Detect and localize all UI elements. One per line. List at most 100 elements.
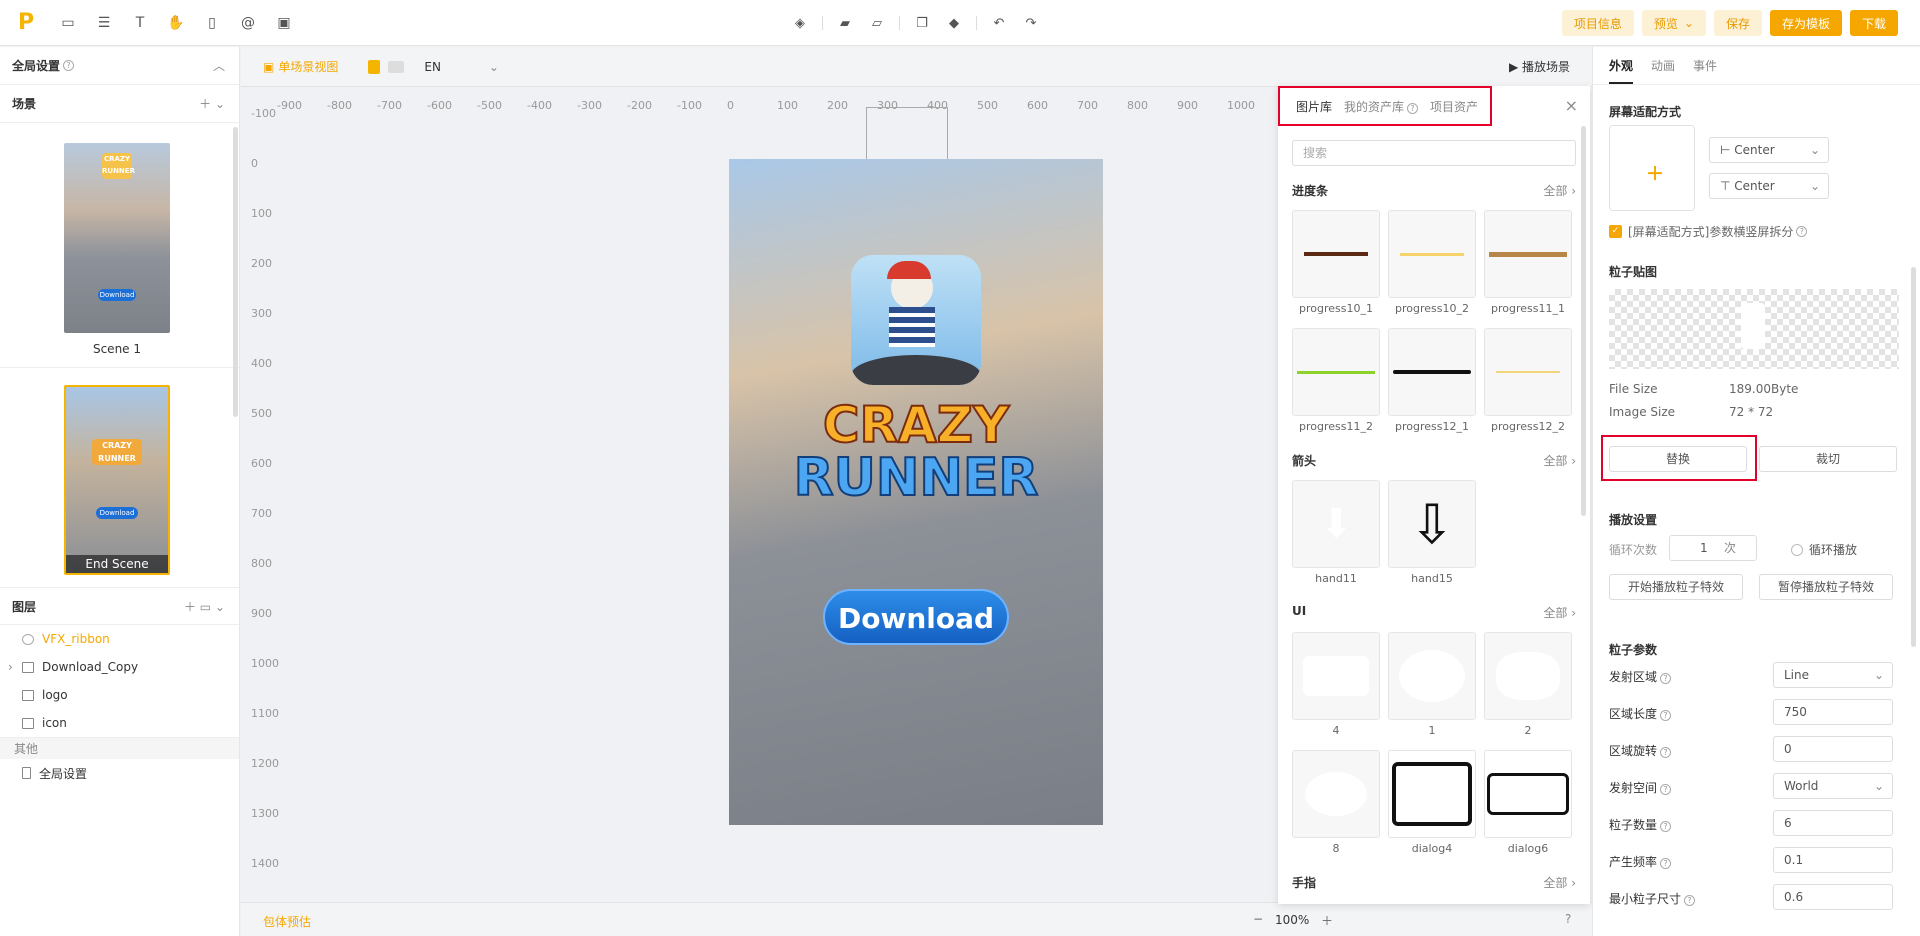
download-button[interactable]: 下载 bbox=[1849, 10, 1898, 36]
fit-split-checkbox-row[interactable]: ✓ [屏幕适配方式]参数横竖屏拆分? bbox=[1609, 223, 1808, 240]
pause-particle-button[interactable]: 暂停播放粒子特效 bbox=[1759, 574, 1893, 600]
folder-icon[interactable]: ▰ bbox=[835, 13, 855, 33]
crop-button[interactable]: 裁切 bbox=[1759, 446, 1897, 472]
anchor-widget[interactable]: ＋ bbox=[1609, 125, 1695, 211]
layer-item[interactable]: logo bbox=[0, 681, 239, 709]
horizontal-align-select[interactable]: ⊢ Center ⌄ bbox=[1709, 137, 1829, 163]
vertical-align-select[interactable]: ⊤ Center ⌄ bbox=[1709, 173, 1829, 199]
project-info-button[interactable]: 项目信息 bbox=[1561, 10, 1634, 36]
hand-icon[interactable]: ✋ bbox=[166, 13, 186, 33]
asset-item[interactable]: 4 bbox=[1292, 632, 1380, 737]
start-particle-button[interactable]: 开始播放粒子特效 bbox=[1609, 574, 1743, 600]
param-input[interactable]: 750 bbox=[1773, 699, 1893, 725]
asset-item[interactable]: ⇩ hand15 bbox=[1388, 480, 1476, 585]
param-input[interactable]: 6 bbox=[1773, 810, 1893, 836]
paint-icon[interactable]: ◆ bbox=[944, 13, 964, 33]
preview-button[interactable]: 预览 ⌄ bbox=[1641, 10, 1706, 36]
play-scene-button[interactable]: ▶ 播放场景 bbox=[1509, 58, 1570, 75]
inbox-icon[interactable]: ▭ bbox=[58, 13, 78, 33]
view-all-link[interactable]: 全部 › bbox=[1543, 452, 1576, 469]
save-button[interactable]: 保存 bbox=[1713, 10, 1762, 36]
layer-item[interactable]: › Download_Copy bbox=[0, 653, 239, 681]
asset-tabs: 图片库 我的资产库? 项目资产 bbox=[1278, 86, 1492, 126]
language-select[interactable]: EN bbox=[424, 60, 441, 74]
ruler-tick: -500 bbox=[477, 99, 502, 112]
folder-open-icon[interactable]: ▱ bbox=[867, 13, 887, 33]
asset-item[interactable]: progress10_2 bbox=[1388, 210, 1476, 315]
asset-item[interactable]: progress12_1 bbox=[1388, 328, 1476, 433]
tab-my-assets[interactable]: 我的资产库? bbox=[1344, 98, 1419, 115]
global-settings-header[interactable]: 全局设置? ︿ bbox=[0, 47, 239, 85]
tab-image-library[interactable]: 图片库 bbox=[1296, 98, 1332, 115]
replace-button[interactable]: 替换 bbox=[1609, 446, 1747, 472]
asset-item[interactable]: dialog6 bbox=[1484, 750, 1572, 855]
layer-item[interactable]: VFX_ribbon bbox=[0, 625, 239, 653]
download-cta-button[interactable]: Download bbox=[823, 589, 1009, 645]
screen-fit-title: 屏幕适配方式 bbox=[1609, 105, 1682, 119]
asset-item[interactable]: 8 bbox=[1292, 750, 1380, 855]
at-icon[interactable]: @ bbox=[238, 13, 258, 33]
zoom-in-button[interactable]: ＋ bbox=[1321, 912, 1333, 929]
view-all-link[interactable]: 全部 › bbox=[1543, 182, 1576, 199]
asset-scrollbar[interactable] bbox=[1581, 126, 1586, 516]
layer-item[interactable]: icon bbox=[0, 709, 239, 737]
view-all-link[interactable]: 全部 › bbox=[1543, 604, 1576, 621]
folder-icon bbox=[22, 661, 34, 673]
scenes-scrollbar[interactable] bbox=[233, 127, 238, 417]
asset-item[interactable]: 2 bbox=[1484, 632, 1572, 737]
loop-play-radio[interactable]: 循环播放 bbox=[1791, 541, 1857, 558]
close-icon[interactable]: × bbox=[1565, 96, 1578, 115]
category-header: UI 全部 › bbox=[1292, 604, 1576, 621]
global-settings-item[interactable]: 全局设置 bbox=[0, 759, 239, 787]
help-icon[interactable]: ? bbox=[1565, 912, 1571, 926]
param-input[interactable]: 0 bbox=[1773, 736, 1893, 762]
undo-icon[interactable]: ↶ bbox=[989, 13, 1009, 33]
phone-icon[interactable]: ▯ bbox=[202, 13, 222, 33]
redo-icon[interactable]: ↷ bbox=[1021, 13, 1041, 33]
copy-icon[interactable]: ❐ bbox=[912, 13, 932, 33]
asset-item[interactable]: ⬇ hand11 bbox=[1292, 480, 1380, 585]
chevron-right-icon[interactable]: › bbox=[8, 660, 13, 674]
asset-item[interactable]: dialog4 bbox=[1388, 750, 1476, 855]
layers-icon[interactable]: ◈ bbox=[790, 13, 810, 33]
tab-event[interactable]: 事件 bbox=[1693, 57, 1717, 74]
add-scene-icon[interactable]: ＋ ⌄ bbox=[199, 95, 225, 112]
tab-animation[interactable]: 动画 bbox=[1651, 57, 1675, 74]
asset-item[interactable]: progress12_2 bbox=[1484, 328, 1572, 433]
scene-thumbnail-2[interactable]: CRAZY RUNNER Download End Scene bbox=[64, 385, 170, 575]
param-input[interactable]: 0.6 bbox=[1773, 884, 1893, 910]
asset-item[interactable]: progress11_2 bbox=[1292, 328, 1380, 433]
help-icon: ? bbox=[1660, 858, 1672, 869]
asset-item[interactable]: progress10_1 bbox=[1292, 210, 1380, 315]
asset-item[interactable]: progress11_1 bbox=[1484, 210, 1572, 315]
text-icon[interactable]: T bbox=[130, 13, 150, 33]
save-template-button[interactable]: 存为模板 bbox=[1769, 10, 1842, 36]
param-input[interactable]: 0.1 bbox=[1773, 847, 1893, 873]
checkbox[interactable]: ✓ bbox=[1609, 225, 1622, 238]
layout-icon[interactable]: ☰ bbox=[94, 13, 114, 33]
zoom-out-button[interactable]: − bbox=[1253, 912, 1263, 926]
loop-count-input[interactable]: 1次 bbox=[1669, 535, 1757, 561]
asset-search-input[interactable]: 搜索 bbox=[1292, 140, 1576, 166]
tab-appearance[interactable]: 外观 bbox=[1609, 57, 1634, 84]
scene-thumbnail-1[interactable]: CRAZY RUNNER Download bbox=[64, 143, 170, 333]
add-layer-icon[interactable]: ＋ ▭ ⌄ bbox=[184, 598, 225, 615]
chevron-down-icon[interactable]: ⌄ bbox=[489, 60, 499, 74]
param-select[interactable]: World ⌄ bbox=[1773, 773, 1893, 799]
scene-view-toggle[interactable]: 单场景视图 bbox=[278, 58, 338, 75]
tab-project-assets[interactable]: 项目资产 bbox=[1430, 98, 1478, 115]
asset-item[interactable]: 1 bbox=[1388, 632, 1476, 737]
game-preview[interactable]: CRAZY RUNNER Download bbox=[729, 159, 1103, 825]
portrait-toggle[interactable] bbox=[368, 59, 381, 74]
radio[interactable] bbox=[1791, 543, 1803, 556]
param-label: 发射区域? bbox=[1609, 668, 1672, 685]
chevron-up-icon[interactable]: ︿ bbox=[213, 57, 225, 74]
param-select[interactable]: Line ⌄ bbox=[1773, 662, 1893, 688]
view-all-link[interactable]: 全部 › bbox=[1543, 874, 1576, 891]
properties-scrollbar[interactable] bbox=[1911, 267, 1916, 647]
image-icon[interactable]: ▣ bbox=[274, 13, 294, 33]
road bbox=[851, 355, 981, 385]
package-estimate-link[interactable]: 包体预估 bbox=[263, 913, 311, 930]
ruler-tick: 0 bbox=[727, 99, 734, 112]
landscape-toggle[interactable] bbox=[388, 60, 405, 73]
